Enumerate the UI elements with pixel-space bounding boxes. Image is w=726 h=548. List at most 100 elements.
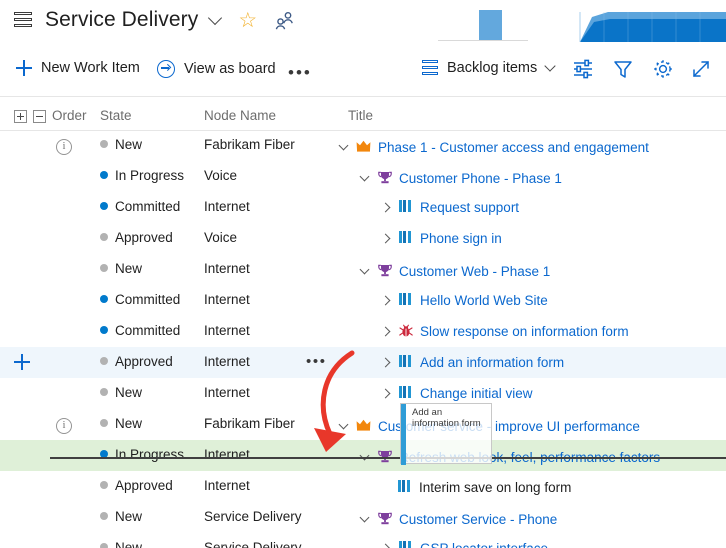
table-row[interactable]: New Service Delivery GSP locator interface [0, 533, 726, 548]
backlog-items-label: Backlog items [447, 60, 538, 76]
backlog-items-selector[interactable]: Backlog items [422, 60, 556, 76]
chevron-down-icon[interactable] [208, 10, 223, 25]
expander-closed-icon[interactable] [380, 233, 391, 244]
state-dot [100, 202, 108, 210]
table-row[interactable]: i New Fabrikam Fiber Customer service - imp… [0, 409, 726, 440]
new-work-item-button[interactable]: New Work Item [16, 60, 140, 76]
state-label: New [115, 137, 143, 152]
cell-node-name: Internet [204, 354, 250, 369]
work-item-title-link[interactable]: Change initial view [420, 386, 533, 401]
state-dot [100, 295, 108, 303]
state-dot [100, 512, 108, 520]
expander-open-icon[interactable] [359, 264, 370, 275]
work-item-title-link[interactable]: Customer Phone - Phase 1 [399, 171, 562, 186]
state-label: Approved [115, 354, 173, 369]
backlog-item-icon [398, 200, 413, 215]
table-row[interactable]: Committed Internet Slow response on inform… [0, 316, 726, 347]
column-header-title[interactable]: Title [348, 108, 373, 123]
expander-open-icon[interactable] [359, 512, 370, 523]
trophy-icon [377, 171, 392, 187]
table-row[interactable]: New Internet Customer Web - Phase 1 [0, 254, 726, 285]
state-dot [100, 543, 108, 548]
expander-open-icon[interactable] [359, 171, 370, 182]
cell-node-name: Fabrikam Fiber [204, 416, 295, 431]
mini-area-chart[interactable] [578, 6, 726, 49]
view-as-board-label: View as board [184, 61, 276, 77]
column-header-state[interactable]: State [100, 108, 132, 123]
state-label: New [115, 385, 143, 400]
expand-all-box-icon[interactable] [14, 110, 27, 123]
table-row[interactable]: Committed Internet Hello World Web Site [0, 285, 726, 316]
work-item-title-link[interactable]: Customer Web - Phase 1 [399, 264, 550, 279]
cell-node-name: Service Delivery [204, 540, 302, 548]
view-as-board-button[interactable]: View as board [157, 60, 276, 78]
cell-node-name: Internet [204, 261, 250, 276]
plus-icon [16, 60, 32, 76]
collapse-all-box-icon[interactable] [33, 110, 46, 123]
state-label: New [115, 261, 143, 276]
work-item-title-link[interactable]: Hello World Web Site [420, 293, 548, 308]
expand-diagonal-icon[interactable] [690, 58, 712, 80]
column-header-order[interactable]: Order [52, 108, 87, 123]
info-icon[interactable]: i [56, 416, 72, 434]
work-item-title-link[interactable]: Slow response on information form [420, 324, 629, 339]
work-item-title-link[interactable]: Phase 1 - Customer access and engagement [378, 140, 649, 155]
work-item-title-link[interactable]: Interim save on long form [419, 480, 571, 495]
bug-icon [398, 324, 413, 340]
cell-title: Customer Service - Phone [359, 509, 557, 528]
crown-icon [356, 140, 371, 155]
table-row[interactable]: New Internet Change initial view [0, 378, 726, 409]
expander-open-icon[interactable] [338, 140, 349, 151]
table-row[interactable]: Approved Internet ••• Add an information fo… [0, 347, 726, 378]
page-title: Service Delivery [45, 8, 199, 31]
state-dot [100, 388, 108, 396]
backlog-list-icon [422, 60, 438, 76]
table-row[interactable]: i New Fabrikam Fiber Phase 1 - Customer acc… [0, 130, 726, 161]
work-item-title-link[interactable]: Request support [420, 200, 519, 215]
gear-icon[interactable] [652, 58, 674, 80]
work-item-title-link[interactable]: Phone sign in [420, 231, 502, 246]
expander-closed-icon[interactable] [380, 202, 391, 213]
cell-title: Phase 1 - Customer access and engagement [338, 137, 649, 155]
state-label: Committed [115, 199, 181, 214]
cell-node-name: Voice [204, 168, 238, 183]
table-row[interactable]: New Service Delivery Customer Service - Ph… [0, 502, 726, 533]
star-icon[interactable]: ☆ [238, 10, 257, 31]
page-header: Service Delivery ☆ [0, 0, 726, 48]
drag-ghost-accent-bar [401, 404, 406, 465]
cell-state: New [100, 509, 142, 524]
backlog-table: Order State Node Name Title i New Fabrikam… [0, 104, 726, 548]
table-row[interactable]: Approved Internet Interim save on long for… [0, 471, 726, 502]
column-options-button[interactable] [572, 58, 594, 80]
cell-title: Slow response on information form [380, 323, 629, 340]
state-label: In Progress [115, 447, 185, 462]
cell-node-name: Internet [204, 447, 250, 462]
add-child-button[interactable] [14, 354, 30, 373]
mini-bar-chart[interactable] [438, 6, 528, 49]
row-context-menu-button[interactable]: ••• [306, 354, 327, 369]
expander-closed-icon[interactable] [380, 543, 391, 548]
cell-node-name: Voice [204, 230, 238, 245]
drag-ghost-label: Add an information form [412, 407, 481, 429]
work-item-title-link[interactable]: GSP locator interface [420, 541, 548, 548]
expander-closed-icon[interactable] [380, 357, 391, 368]
table-row[interactable]: Approved Voice Phone sign in [0, 223, 726, 254]
expander-closed-icon[interactable] [380, 295, 391, 306]
expander-closed-icon[interactable] [380, 326, 391, 337]
column-header-node-name[interactable]: Node Name [204, 108, 276, 123]
command-overflow-button[interactable]: ••• [288, 64, 312, 81]
cell-node-name: Internet [204, 323, 250, 338]
people-icon[interactable] [273, 10, 295, 30]
info-icon[interactable]: i [56, 137, 72, 155]
table-row[interactable]: In Progress Voice Customer Phone - Phase 1 [0, 161, 726, 192]
expander-closed-icon[interactable] [380, 388, 391, 399]
filter-button[interactable] [612, 58, 634, 80]
work-item-title-link[interactable]: Add an information form [420, 355, 564, 370]
table-row[interactable]: Committed Internet Request support [0, 192, 726, 223]
cell-state: Approved [100, 478, 173, 493]
table-row[interactable]: In Progress Internet Refresh web look, fee… [0, 440, 726, 471]
trophy-icon [377, 512, 392, 528]
expander-open-icon[interactable] [338, 419, 349, 430]
work-item-title-link[interactable]: Customer Service - Phone [399, 512, 557, 527]
cell-title: Request support [380, 199, 519, 215]
